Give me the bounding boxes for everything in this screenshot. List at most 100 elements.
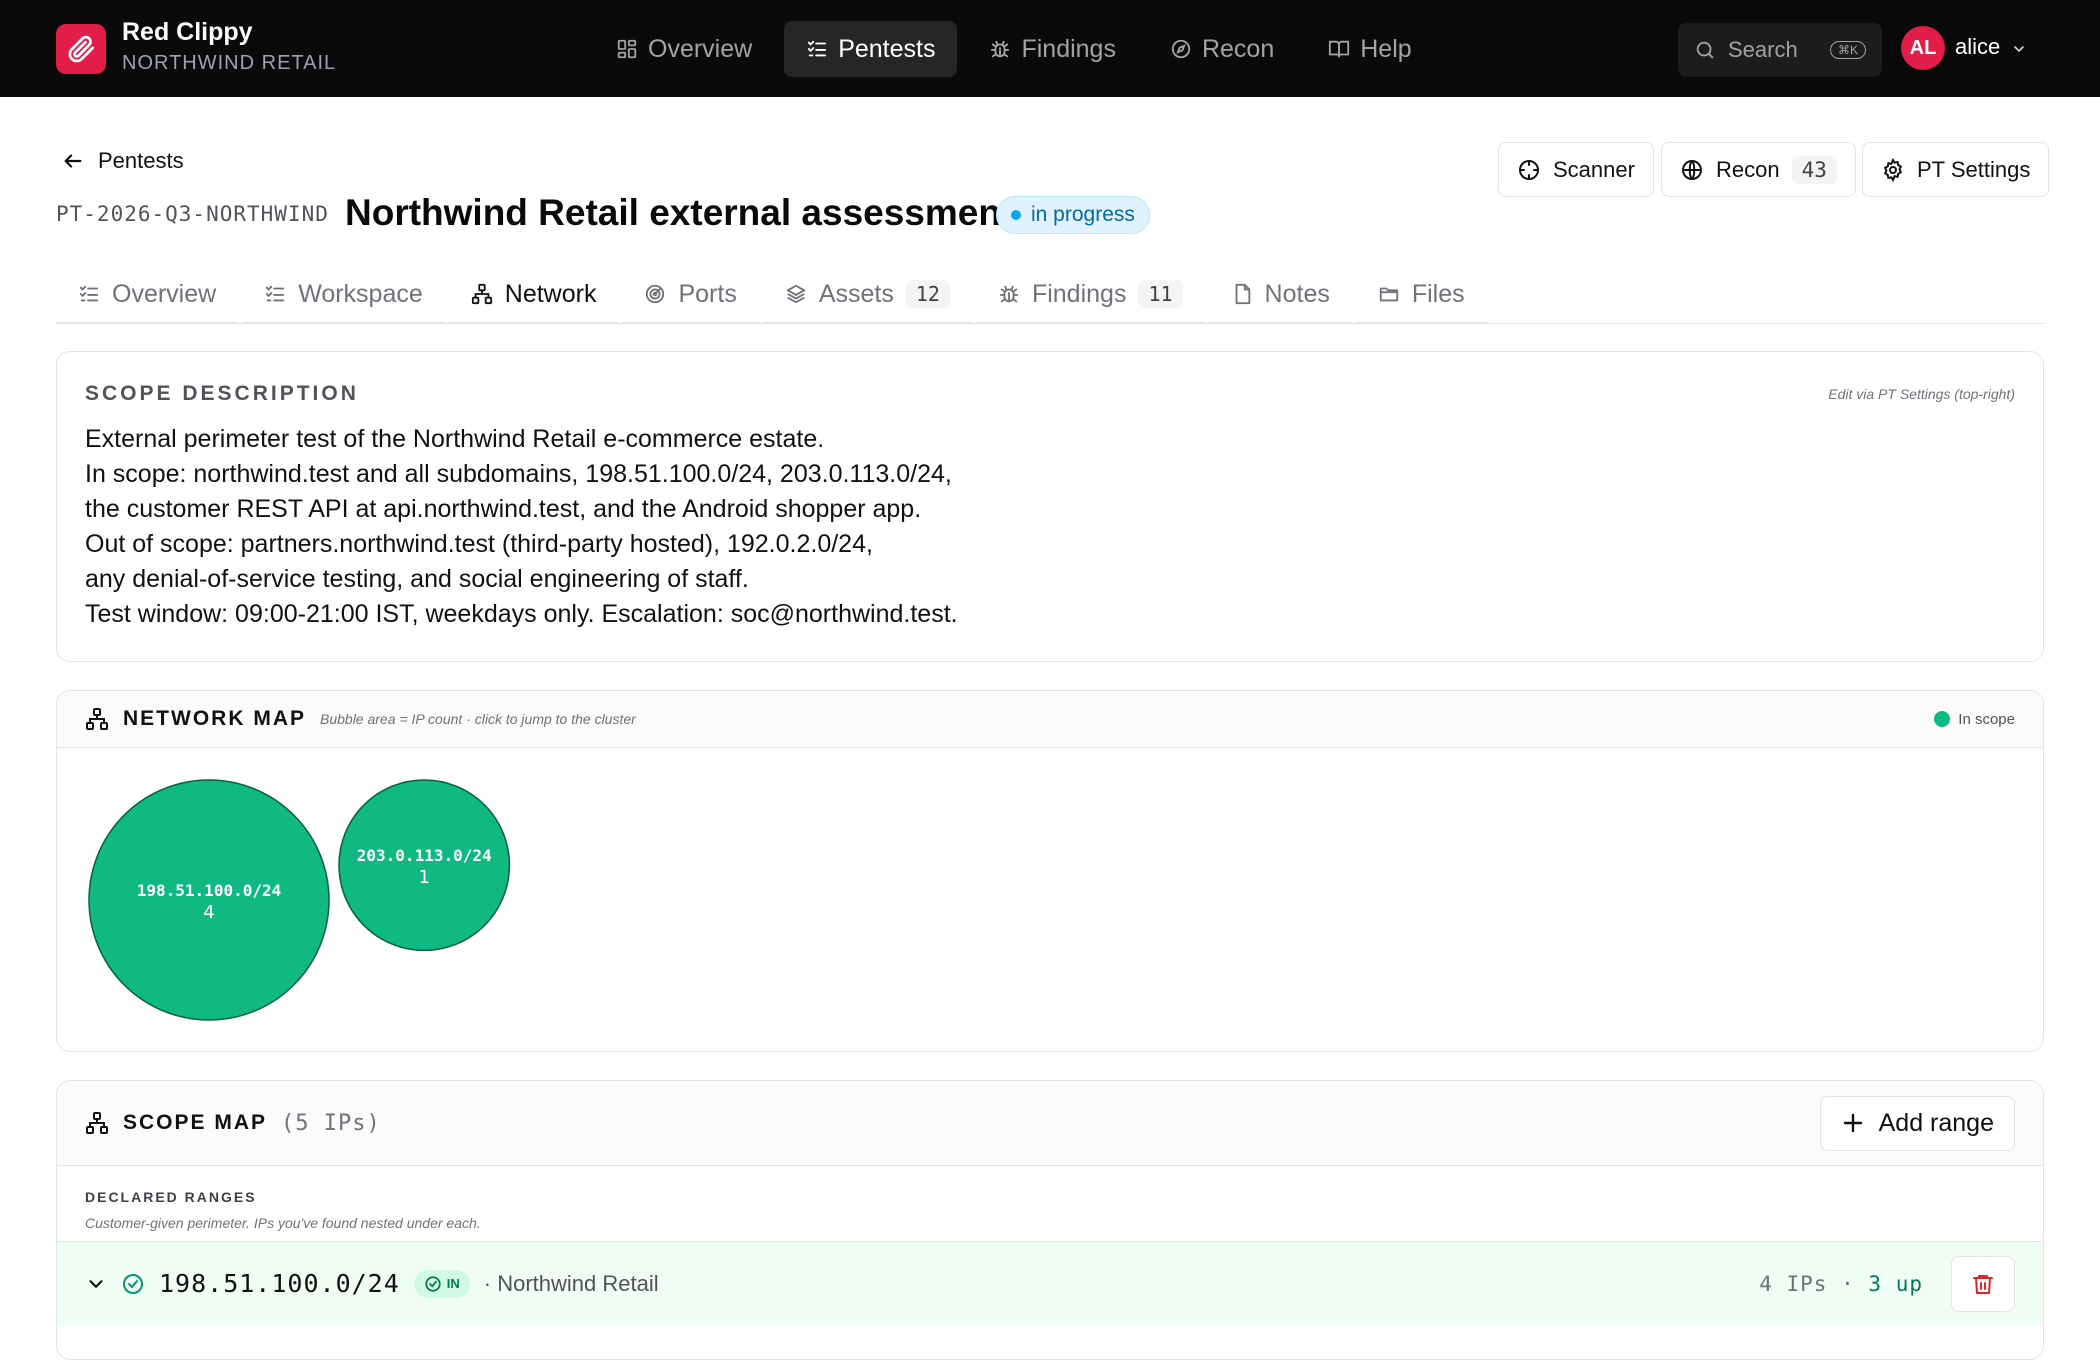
main-nav: Overview Pentests Findings Recon Help (594, 21, 1434, 77)
nav-pentests-label: Pentests (838, 34, 936, 63)
nav-recon[interactable]: Recon (1148, 21, 1296, 77)
legend-label: In scope (1958, 710, 2015, 728)
tab-overview-label: Overview (112, 279, 217, 308)
tab-ports-label: Ports (678, 279, 737, 308)
plus-icon (1843, 1113, 1862, 1133)
check-circle-icon (123, 1273, 143, 1294)
desc-line: Out of scope: partners.northwind.test (t… (85, 530, 873, 558)
grid-icon (617, 39, 637, 59)
folder-icon (1379, 287, 1399, 302)
desc-line: External perimeter test of the Northwind… (85, 425, 825, 453)
declared-ranges-hint: Customer-given perimeter. IPs you've fou… (85, 1215, 481, 1231)
range-row[interactable]: 198.51.100.0/24 IN · Northwind Retail 4 … (57, 1241, 2043, 1325)
add-range-button[interactable]: Add range (1819, 1095, 2015, 1151)
compass-icon (1171, 39, 1191, 59)
tab-findings-label: Findings (1031, 279, 1127, 308)
note-icon (1235, 283, 1250, 305)
tab-network[interactable]: Network (448, 266, 619, 324)
arrow-left-icon (64, 154, 82, 168)
search-shortcut: ⌘K (1829, 41, 1866, 59)
check-circle-icon (425, 1275, 441, 1292)
scope-map-title: SCOPE MAP (123, 1111, 268, 1134)
tab-notes-label: Notes (1264, 279, 1330, 308)
bubble-cidr-label: 203.0.113.0/24 (357, 846, 492, 865)
scope-description-text: External perimeter test of the Northwind… (85, 422, 958, 632)
legend-swatch-in-scope (1934, 711, 1951, 727)
pt-settings-label: PT Settings (1917, 156, 2031, 182)
edit-hint: Edit via PT Settings (top-right) (1828, 386, 2015, 402)
gear-icon (1883, 157, 1903, 182)
tab-assets-label: Assets (818, 279, 894, 308)
tab-workspace[interactable]: Workspace (242, 266, 445, 324)
tab-assets[interactable]: Assets 12 (762, 266, 972, 324)
recon-count: 43 (1791, 155, 1837, 184)
tab-findings[interactable]: Findings 11 (975, 266, 1205, 324)
globe-icon (1682, 159, 1702, 180)
pentest-tabs: Overview Workspace Network Ports Assets … (56, 266, 2044, 324)
nav-pentests[interactable]: Pentests (784, 21, 958, 77)
checklist-icon (808, 40, 827, 57)
chevron-down-icon[interactable] (85, 1273, 107, 1295)
recon-label: Recon (1716, 156, 1780, 182)
tab-files-label: Files (1411, 279, 1465, 308)
pt-settings-button[interactable]: PT Settings (1862, 142, 2050, 197)
tab-ports[interactable]: Ports (622, 266, 759, 324)
delete-range-button[interactable] (1951, 1255, 2015, 1312)
title-separator: · (322, 200, 330, 225)
network-bubbles: 198.51.100.0/24 4 203.0.113.0/24 1 (88, 779, 511, 1021)
trash-icon (1973, 1274, 1993, 1294)
add-range-label: Add range (1878, 1108, 1994, 1137)
tab-overview[interactable]: Overview (56, 266, 239, 324)
tab-notes[interactable]: Notes (1208, 266, 1352, 324)
in-scope-badge-label: IN (446, 1276, 460, 1291)
book-icon (1329, 40, 1350, 58)
tab-network-label: Network (504, 279, 597, 308)
network-icon (86, 708, 108, 730)
range-ip-stats: 4 IPs · 3 up (1759, 1272, 1923, 1296)
user-name[interactable]: alice (1955, 34, 2000, 60)
chevron-down-icon[interactable] (2011, 41, 2027, 57)
scope-description-card: SCOPE DESCRIPTION Edit via PT Settings (… (56, 351, 2044, 662)
nav-help[interactable]: Help (1306, 21, 1433, 77)
search-box[interactable]: Search ⌘K (1678, 23, 1882, 77)
pentest-id: PT-2026-Q3-NORTHWIND (56, 202, 329, 226)
back-link-label: Pentests (98, 148, 184, 173)
network-map-header: NETWORK MAP Bubble area = IP count · cli… (57, 691, 2043, 748)
range-up-count: 3 up (1868, 1271, 1923, 1296)
bug-icon (999, 285, 1019, 303)
recon-button[interactable]: Recon 43 (1661, 142, 1856, 197)
scope-map-header: SCOPE MAP (5 IPs) Add range (57, 1081, 2043, 1166)
network-map-hint: Bubble area = IP count · click to jump t… (320, 711, 636, 727)
declared-ranges-label: DECLARED RANGES (85, 1189, 257, 1205)
nav-findings[interactable]: Findings (967, 21, 1138, 77)
status-dot (1011, 210, 1021, 220)
bubble-count-label: 1 (418, 867, 429, 888)
app-logo[interactable] (56, 24, 106, 74)
top-bar: Red Clippy NORTHWIND RETAIL Overview Pen… (0, 0, 2100, 97)
radar-icon (646, 284, 665, 304)
layers-icon (786, 284, 805, 304)
network-bubble[interactable]: 203.0.113.0/24 1 (338, 779, 511, 952)
scanner-button[interactable]: Scanner (1498, 142, 1654, 197)
nav-help-label: Help (1360, 34, 1412, 63)
bubble-circle[interactable] (88, 779, 330, 1021)
tab-assets-count: 12 (905, 280, 950, 308)
back-link[interactable]: Pentests (62, 148, 184, 174)
avatar[interactable]: AL (1901, 26, 1945, 70)
desc-line: the customer REST API at api.northwind.t… (85, 495, 922, 523)
scope-description-title: SCOPE DESCRIPTION (85, 382, 359, 405)
network-bubble[interactable]: 198.51.100.0/24 4 (88, 779, 330, 1021)
nav-findings-label: Findings (1021, 34, 1116, 63)
bug-icon (991, 40, 1010, 58)
status-label: in progress (1031, 203, 1135, 226)
checklist-icon (79, 285, 99, 302)
desc-line: any denial-of-service testing, and socia… (85, 565, 749, 593)
nav-overview[interactable]: Overview (594, 21, 774, 77)
desc-line: Test window: 09:00-21:00 IST, weekdays o… (85, 600, 958, 628)
range-ip-sep: · (1841, 1271, 1855, 1296)
tab-workspace-label: Workspace (298, 279, 423, 308)
network-map-title: NETWORK MAP (123, 707, 306, 730)
tab-files[interactable]: Files (1355, 266, 1487, 324)
paperclip-icon (68, 35, 95, 63)
desc-line: In scope: northwind.test and all subdoma… (85, 460, 952, 488)
